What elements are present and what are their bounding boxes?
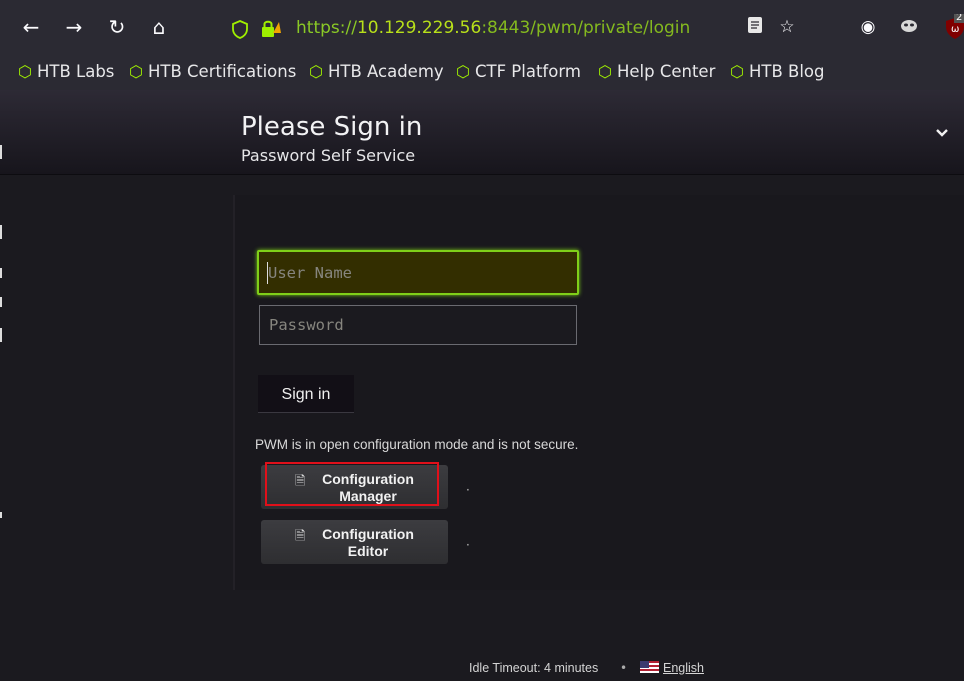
highlight-box xyxy=(265,462,439,506)
username-input[interactable] xyxy=(268,252,558,293)
reader-view-icon[interactable] xyxy=(744,16,766,38)
bookmark-htb-academy[interactable]: ⬡ HTB Academy xyxy=(309,62,444,81)
bookmark-label: HTB Labs xyxy=(36,62,115,81)
bookmark-htb-certifications[interactable]: ⬡ HTB Certifications xyxy=(129,62,296,81)
button-label-line1: Configuration xyxy=(322,526,414,542)
bookmark-label: HTB Blog xyxy=(748,62,825,81)
account-icon[interactable]: ◉ xyxy=(857,16,879,38)
cube-icon: ⬡ xyxy=(309,62,323,81)
footer-separator: • xyxy=(620,661,628,675)
url-text: https://10.129.229.56:8443/pwm/private/l… xyxy=(296,18,690,38)
page-title: Please Sign in xyxy=(241,112,423,142)
cube-icon: ⬡ xyxy=(598,62,612,81)
svg-text:ω: ω xyxy=(951,24,959,35)
password-input[interactable] xyxy=(269,306,559,344)
bookmark-label: HTB Academy xyxy=(327,62,444,81)
idle-timeout: Idle Timeout: 4 minutes xyxy=(469,661,599,675)
url-scheme: https:// xyxy=(296,18,357,38)
page-header: Please Sign in Password Self Service xyxy=(0,90,964,175)
page-subtitle: Password Self Service xyxy=(241,146,416,165)
password-field[interactable] xyxy=(259,305,577,345)
username-field[interactable] xyxy=(257,250,579,295)
dot-marker: · xyxy=(466,483,470,497)
forward-icon[interactable]: → xyxy=(61,14,87,40)
document-icon: 🗎 xyxy=(295,528,306,543)
chevron-down-icon[interactable] xyxy=(935,123,949,142)
shield-icon[interactable] xyxy=(232,20,248,39)
browser-toolbar: ← → ↻ ⌂ https://10.129.229.56:8443/pwm/p… xyxy=(0,0,964,56)
insecure-lock-icon[interactable] xyxy=(260,19,282,39)
bookmark-htb-labs[interactable]: ⬡ HTB Labs xyxy=(18,62,114,81)
cube-icon: ⬡ xyxy=(730,62,744,81)
cube-icon: ⬡ xyxy=(129,62,143,81)
bookmark-label: CTF Platform xyxy=(474,62,581,81)
language-link[interactable]: English xyxy=(663,661,704,675)
back-icon[interactable]: ← xyxy=(18,14,44,40)
configuration-editor-button[interactable]: 🗎 Configuration Editor xyxy=(261,520,448,564)
url-bar[interactable]: https://10.129.229.56:8443/pwm/private/l… xyxy=(222,12,742,46)
bookmarks-bar: ⬡ HTB Labs ⬡ HTB Certifications ⬡ HTB Acade… xyxy=(0,56,964,90)
open-config-warning: PWM is in open configuration mode and is… xyxy=(255,437,579,452)
cube-icon: ⬡ xyxy=(456,62,470,81)
us-flag-icon[interactable] xyxy=(640,661,659,673)
bookmark-label: Help Center xyxy=(616,62,716,81)
ublock-icon[interactable]: ω 2 xyxy=(944,14,964,42)
url-path: :8443/pwm/private/login xyxy=(481,18,691,38)
text-caret xyxy=(267,262,268,284)
bookmark-help-center[interactable]: ⬡ Help Center xyxy=(598,62,715,81)
extension-icon[interactable] xyxy=(898,16,920,38)
bookmark-htb-blog[interactable]: ⬡ HTB Blog xyxy=(730,62,825,81)
button-label-line2: Editor xyxy=(347,543,389,559)
home-icon[interactable]: ⌂ xyxy=(146,14,172,40)
cube-icon: ⬡ xyxy=(18,62,32,81)
bookmark-label: HTB Certifications xyxy=(147,62,297,81)
dot-marker: · xyxy=(466,538,470,552)
button-label: Configuration Editor xyxy=(313,526,423,560)
bookmark-ctf-platform[interactable]: ⬡ CTF Platform xyxy=(456,62,581,81)
sign-in-button[interactable]: Sign in xyxy=(258,375,354,413)
reload-icon[interactable]: ↻ xyxy=(104,14,130,40)
url-host: 10.129.229.56 xyxy=(356,18,482,38)
bookmark-star-icon[interactable]: ☆ xyxy=(776,16,798,38)
extension-badge: 2 xyxy=(954,14,964,23)
